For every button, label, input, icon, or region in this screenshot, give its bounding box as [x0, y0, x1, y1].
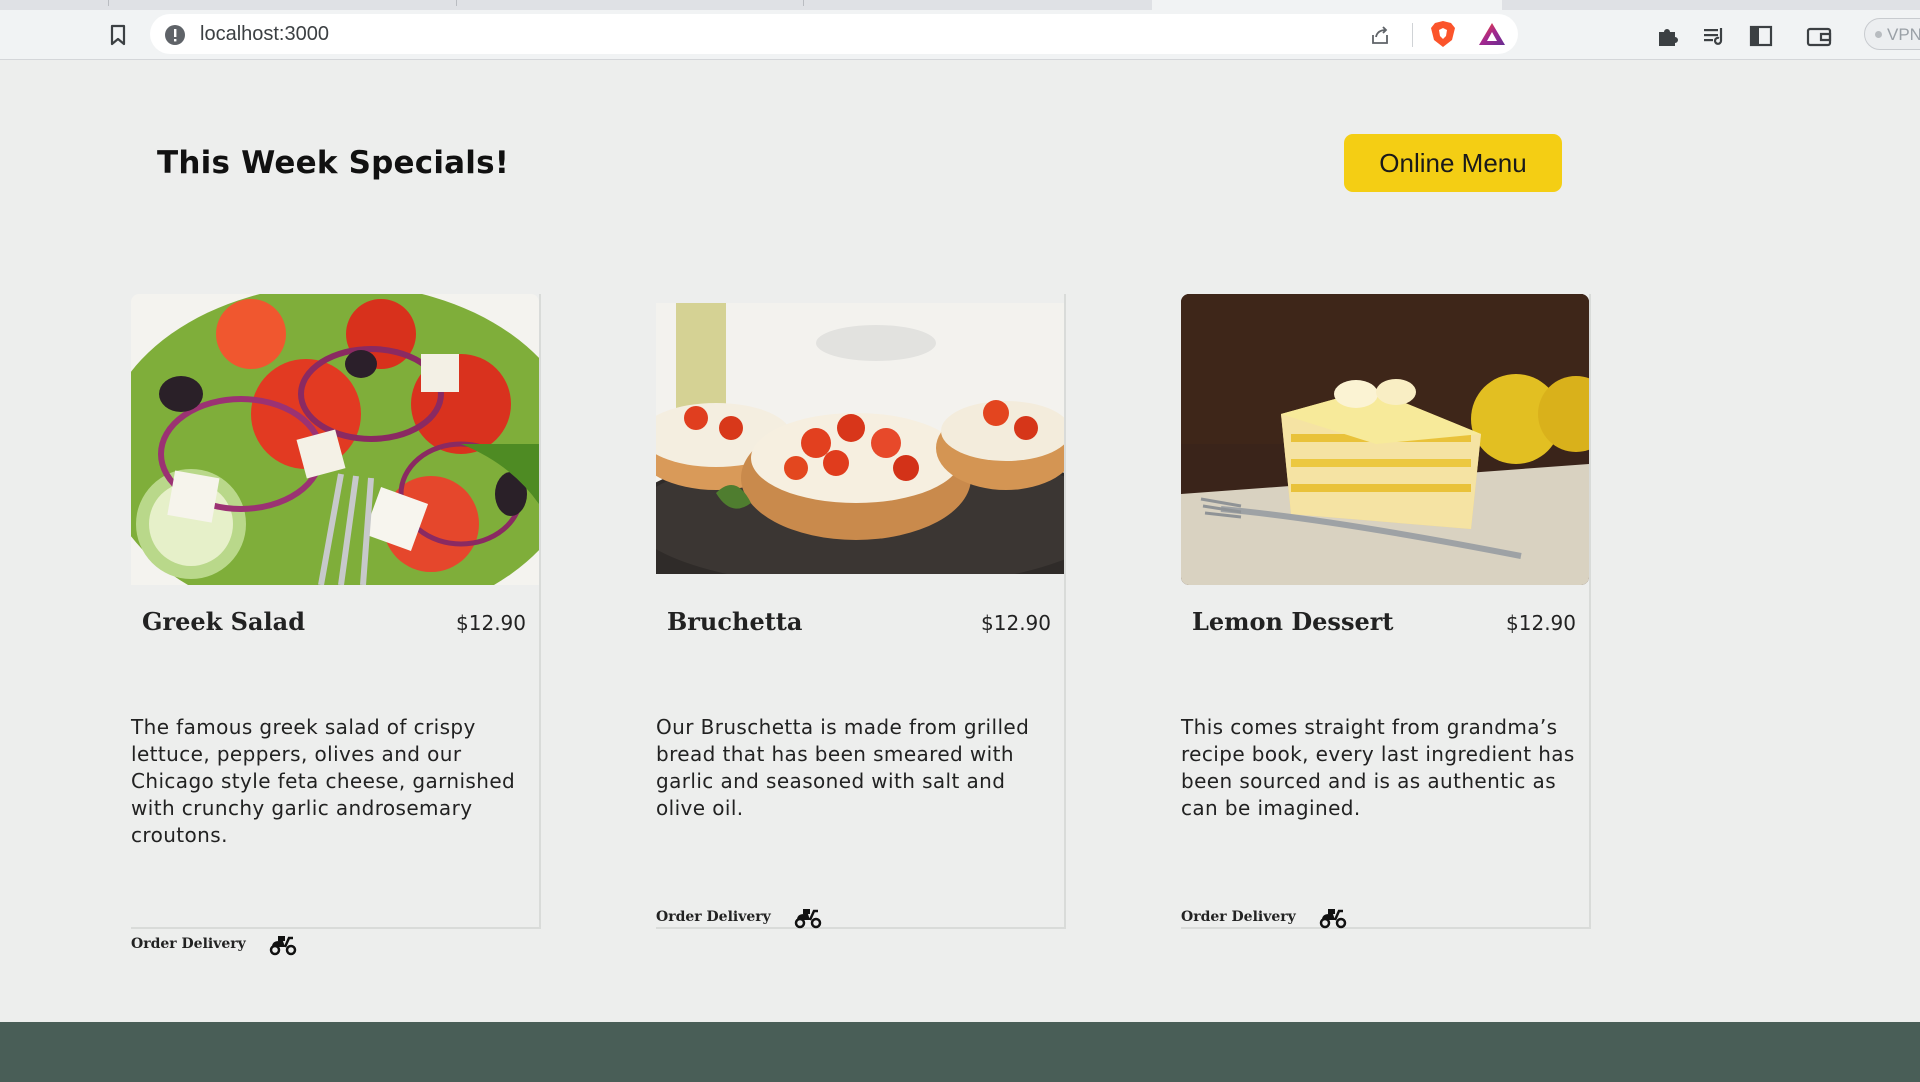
extensions-icon[interactable] — [1655, 23, 1681, 49]
site-info-icon[interactable] — [164, 24, 186, 46]
card-price: $12.90 — [981, 611, 1051, 635]
menu-card-lemon-dessert: Lemon Dessert $12.90 This comes straight… — [1181, 294, 1591, 929]
brave-shield-icon[interactable] — [1430, 20, 1456, 48]
order-delivery-link[interactable]: Order Delivery — [1181, 905, 1348, 929]
address-bar[interactable]: localhost:3000 — [150, 14, 1518, 54]
playlist-icon[interactable] — [1701, 23, 1727, 49]
bookmark-icon[interactable] — [108, 22, 128, 48]
sidebar-icon[interactable] — [1748, 23, 1774, 49]
order-delivery-label: Order Delivery — [656, 909, 771, 925]
order-delivery-label: Order Delivery — [131, 936, 246, 952]
delivery-scooter-icon — [269, 936, 297, 956]
active-tab[interactable] — [1152, 0, 1502, 10]
specials-title: This Week Specials! — [157, 145, 510, 181]
address-bar-divider — [1412, 23, 1413, 47]
order-delivery-link[interactable]: Order Delivery — [131, 932, 298, 956]
online-menu-button[interactable]: Online Menu — [1344, 134, 1562, 192]
wallet-icon[interactable] — [1806, 23, 1832, 49]
menu-card-greek-salad: Greek Salad $12.90 The famous greek sala… — [131, 294, 541, 956]
footer-band — [0, 1022, 1920, 1082]
page-content: This Week Specials! Online Menu Greek Sa… — [0, 61, 1920, 1082]
menu-card-bruchetta: Bruchetta $12.90 Our Bruschetta is made … — [656, 294, 1066, 929]
card-description: Our Bruschetta is made from grilled brea… — [656, 715, 1030, 820]
lemon-dessert-image — [1181, 294, 1589, 585]
delivery-scooter-icon — [794, 909, 822, 929]
bruchetta-image — [656, 303, 1064, 574]
tab-separator — [108, 0, 109, 6]
vpn-label: VPN — [1887, 25, 1920, 44]
delivery-scooter-icon — [1319, 909, 1347, 929]
share-icon[interactable] — [1368, 23, 1392, 47]
card-price: $12.90 — [1506, 611, 1576, 635]
card-price: $12.90 — [456, 611, 526, 635]
tab-separator — [456, 0, 457, 6]
card-description: This comes straight from grandma’s recip… — [1181, 715, 1575, 820]
card-title: Bruchetta — [667, 607, 803, 636]
brave-rewards-icon[interactable] — [1478, 21, 1506, 47]
greek-salad-image — [131, 294, 539, 585]
order-delivery-link[interactable]: Order Delivery — [656, 905, 823, 929]
url-text[interactable]: localhost:3000 — [200, 23, 329, 46]
browser-toolbar: localhost:3000 VPN — [0, 10, 1920, 60]
card-title: Lemon Dessert — [1192, 607, 1394, 636]
vpn-status-dot — [1875, 31, 1882, 38]
tab-separator — [803, 0, 804, 6]
card-description: The famous greek salad of crispy lettuce… — [131, 715, 516, 847]
order-delivery-label: Order Delivery — [1181, 909, 1296, 925]
card-title: Greek Salad — [142, 607, 305, 636]
vpn-button[interactable]: VPN — [1864, 18, 1920, 50]
tab-strip — [0, 0, 1920, 10]
